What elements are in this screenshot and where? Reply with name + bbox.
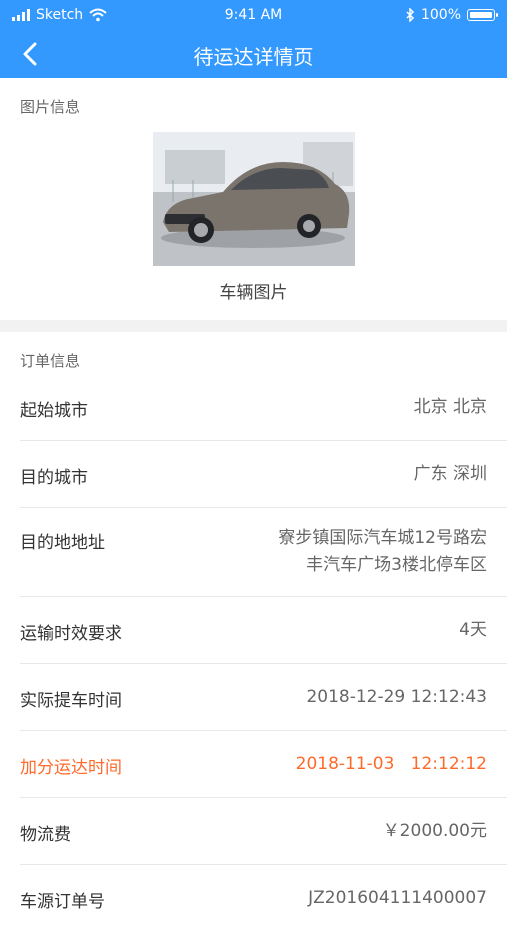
bluetooth-icon xyxy=(406,8,415,22)
row-value: 广东 深圳 xyxy=(413,464,487,484)
vehicle-photo-caption: 车辆图片 xyxy=(219,283,288,303)
row-label: 目的城市 xyxy=(20,468,88,488)
row-actual-pickup-time: 实际提车时间 2018-12-29 12:12:43 xyxy=(20,664,507,731)
battery-percent: 100% xyxy=(420,7,461,23)
row-value-multiline: 寮步镇国际汽车城12号路宏 丰汽车广场3楼北停车区 xyxy=(278,525,487,579)
row-value: 2018-12-29 12:12:43 xyxy=(306,687,487,707)
row-label: 加分运达时间 xyxy=(20,758,122,778)
row-transport-time-requirement: 运输时效要求 4天 xyxy=(20,597,507,664)
row-label: 目的地地址 xyxy=(20,533,105,553)
row-destination-city: 目的城市 广东 深圳 xyxy=(20,441,507,508)
row-label: 运输时效要求 xyxy=(20,624,122,644)
row-label: 起始城市 xyxy=(20,401,88,421)
row-value: JZ201604111400007 xyxy=(308,888,487,908)
section-divider xyxy=(0,320,507,332)
nav-bar: 待运达详情页 xyxy=(0,30,507,78)
status-bar: Sketch 9:41 AM 100% xyxy=(0,0,507,30)
row-value: 4天 xyxy=(459,620,487,640)
address-line-1: 寮步镇国际汽车城12号路宏 xyxy=(278,528,487,548)
row-start-city: 起始城市 北京 北京 xyxy=(20,376,507,441)
row-logistics-fee: 物流费 ￥2000.00元 xyxy=(20,798,507,865)
row-value: 北京 北京 xyxy=(413,397,487,417)
address-line-2: 丰汽车广场3楼北停车区 xyxy=(306,555,487,575)
car-image xyxy=(153,132,355,266)
battery-icon xyxy=(467,9,498,21)
row-source-order-number: 车源订单号 JZ201604111400007 xyxy=(20,865,507,931)
order-section-label: 订单信息 xyxy=(20,352,81,370)
image-section-label: 图片信息 xyxy=(20,98,81,116)
row-destination-address: 目的地地址 寮步镇国际汽车城12号路宏 丰汽车广场3楼北停车区 xyxy=(20,508,507,597)
page-title: 待运达详情页 xyxy=(193,45,314,69)
row-bonus-arrival-time: 加分运达时间 2018-11-03 12:12:12 xyxy=(20,731,507,798)
status-right: 100% xyxy=(405,7,498,23)
row-value: ￥2000.00元 xyxy=(382,821,487,841)
row-label: 实际提车时间 xyxy=(20,691,122,711)
row-label: 物流费 xyxy=(20,825,71,845)
row-value: 2018-11-03 12:12:12 xyxy=(295,754,487,774)
vehicle-photo[interactable] xyxy=(153,132,355,266)
